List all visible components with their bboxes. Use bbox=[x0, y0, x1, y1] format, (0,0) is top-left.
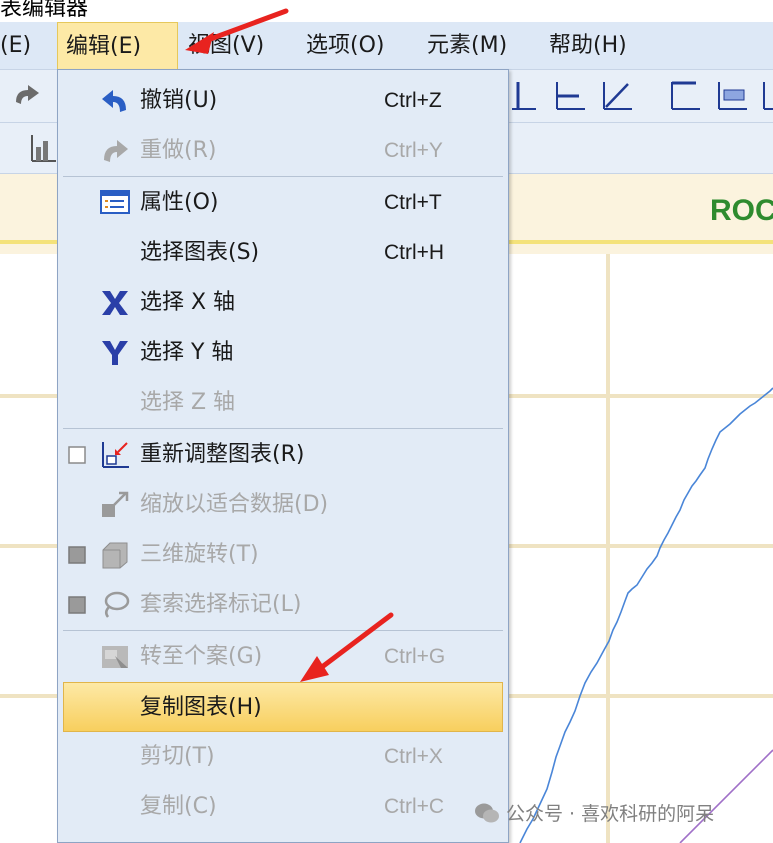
menu-item-select-chart[interactable]: 选择图表(S) Ctrl+H bbox=[58, 228, 508, 278]
watermark-text: 公众号 · 喜欢科研的阿呆 bbox=[506, 803, 715, 825]
menu-item-label: 选择 Z 轴 bbox=[140, 390, 236, 415]
menu-item-select-y-axis[interactable]: 选择 Y 轴 bbox=[58, 328, 508, 378]
menu-item-3d-rotation[interactable]: 三维旋转(T) bbox=[58, 530, 508, 580]
menu-item-shortcut: Ctrl+H bbox=[384, 241, 445, 264]
menu-item-copy[interactable]: 复制(C) Ctrl+C bbox=[58, 782, 508, 832]
checkbox-icon[interactable] bbox=[68, 546, 86, 564]
menu-item-label: 复制(C) bbox=[140, 794, 217, 819]
rescale-chart-icon bbox=[102, 442, 129, 468]
menu-item-label: 选择 Y 轴 bbox=[140, 340, 234, 365]
menu-item-redo[interactable]: 重做(R) Ctrl+Y bbox=[58, 126, 508, 176]
checkbox-icon[interactable] bbox=[68, 446, 86, 464]
x-axis-icon bbox=[102, 291, 128, 315]
horizontal-line-icon[interactable] bbox=[553, 78, 587, 114]
menu-help[interactable]: 帮助(H) bbox=[541, 22, 635, 69]
reference-line-icon[interactable] bbox=[600, 78, 634, 114]
menu-item-shortcut: Ctrl+T bbox=[384, 191, 442, 214]
redo-toolbar-icon[interactable] bbox=[12, 82, 42, 110]
menu-item-select-x-axis[interactable]: 选择 X 轴 bbox=[58, 278, 508, 328]
edit-menu-dropdown: 撤销(U) Ctrl+Z 重做(R) Ctrl+Y 属性(O) Ctrl+T 选… bbox=[57, 69, 509, 843]
menu-elements[interactable]: 元素(M) bbox=[419, 22, 515, 69]
menu-item-shortcut: Ctrl+X bbox=[384, 745, 443, 768]
3d-rotate-icon bbox=[102, 542, 128, 569]
annotation-icon[interactable] bbox=[715, 78, 749, 114]
menu-item-lasso-select[interactable]: 套索选择标记(L) bbox=[58, 580, 508, 630]
bar-chart-icon[interactable] bbox=[28, 131, 58, 165]
checkbox-icon[interactable] bbox=[68, 596, 86, 614]
lasso-icon bbox=[104, 591, 130, 618]
menu-item-label: 选择图表(S) bbox=[140, 240, 260, 265]
menu-item-label: 转至个案(G) bbox=[140, 644, 263, 669]
menu-item-shortcut: Ctrl+G bbox=[384, 645, 446, 668]
menu-item-label: 复制图表(H) bbox=[140, 695, 262, 720]
menu-options[interactable]: 选项(O) bbox=[298, 22, 392, 69]
menu-item-scale-to-fit[interactable]: 缩放以适合数据(D) bbox=[58, 480, 508, 530]
window-title: 表编辑器 bbox=[0, 0, 89, 21]
properties-icon bbox=[100, 190, 130, 214]
scale-to-fit-icon bbox=[102, 491, 129, 517]
menu-separator bbox=[63, 428, 503, 429]
menu-item-select-z-axis[interactable]: 选择 Z 轴 bbox=[58, 378, 508, 428]
menu-bar: (E) 编辑(E) 视图(V) 选项(O) 元素(M) 帮助(H) bbox=[0, 22, 773, 70]
menu-item-properties[interactable]: 属性(O) Ctrl+T bbox=[58, 178, 508, 228]
menu-item-copy-chart[interactable]: 复制图表(H) bbox=[63, 682, 503, 732]
wechat-icon bbox=[475, 803, 499, 823]
menu-edit[interactable]: 编辑(E) bbox=[57, 22, 178, 69]
menu-item-rescale-chart[interactable]: 重新调整图表(R) bbox=[58, 430, 508, 480]
menu-item-label: 三维旋转(T) bbox=[140, 542, 259, 567]
goto-case-icon bbox=[102, 646, 128, 668]
show-error-bars-icon[interactable] bbox=[508, 78, 538, 114]
menu-separator bbox=[63, 176, 503, 177]
menu-item-label: 剪切(T) bbox=[140, 744, 215, 769]
menu-item-label: 套索选择标记(L) bbox=[140, 592, 302, 617]
menu-item-go-to-case[interactable]: 转至个案(G) Ctrl+G bbox=[58, 632, 508, 682]
text-box-icon[interactable] bbox=[760, 78, 773, 114]
menu-item-shortcut: Ctrl+Y bbox=[384, 139, 443, 162]
watermark: 公众号 · 喜欢科研的阿呆 bbox=[474, 799, 714, 826]
menu-item-label: 属性(O) bbox=[140, 190, 219, 215]
chart-title: ROC bbox=[710, 194, 773, 227]
window-title-bar: 表编辑器 bbox=[0, 0, 773, 22]
menu-item-shortcut: Ctrl+Z bbox=[384, 89, 442, 112]
menu-separator bbox=[63, 630, 503, 631]
redo-icon bbox=[104, 140, 128, 162]
title-icon[interactable] bbox=[668, 78, 702, 114]
menu-item-label: 缩放以适合数据(D) bbox=[140, 492, 329, 517]
menu-item-label: 重做(R) bbox=[140, 138, 217, 163]
menu-item-undo[interactable]: 撤销(U) Ctrl+Z bbox=[58, 76, 508, 126]
y-axis-icon bbox=[102, 341, 128, 365]
menu-item-label: 撤销(U) bbox=[140, 88, 218, 113]
menu-item-label: 选择 X 轴 bbox=[140, 290, 236, 315]
menu-item-label: 重新调整图表(R) bbox=[140, 442, 305, 467]
menu-view[interactable]: 视图(V) bbox=[180, 22, 272, 69]
menu-item-shortcut: Ctrl+C bbox=[384, 795, 445, 818]
menu-item-cut[interactable]: 剪切(T) Ctrl+X bbox=[58, 732, 508, 782]
menu-file[interactable]: (E) bbox=[0, 22, 39, 69]
undo-icon bbox=[102, 90, 126, 112]
